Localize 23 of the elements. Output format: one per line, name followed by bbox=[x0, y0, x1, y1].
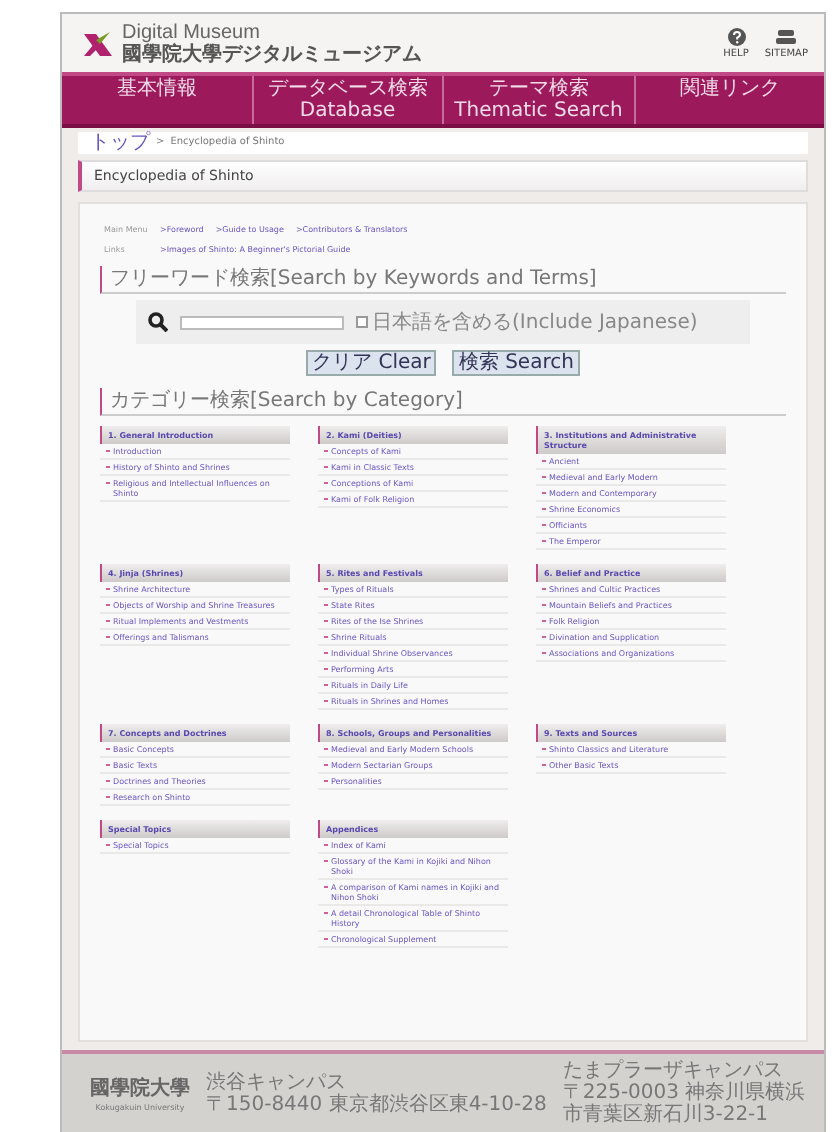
section-heading: カテゴリー検索[Search by Category] bbox=[100, 388, 786, 416]
search-field[interactable] bbox=[180, 315, 344, 329]
nav-link[interactable]: 関連リンク bbox=[633, 76, 824, 124]
campus-address: 〒150-8440 東京都渋谷区東4-10-28 bbox=[206, 1093, 547, 1115]
nav-link[interactable]: データベース検索 Database bbox=[251, 76, 442, 124]
section-heading: フリーワード検索[Search by Keywords and Terms] bbox=[100, 266, 786, 294]
campus-address: 〒225-0003 神奈川県横浜市青葉区新石川3-22-1 bbox=[562, 1082, 808, 1126]
university-name: 國學院大學 bbox=[90, 1075, 190, 1102]
checkbox[interactable] bbox=[356, 316, 368, 328]
site-title[interactable]: Digital Museum bbox=[122, 22, 422, 44]
checkbox-label: 日本語を含める(Include Japanese) bbox=[372, 309, 698, 336]
stack-icon bbox=[776, 28, 797, 46]
clear-button[interactable]: クリア Clear bbox=[306, 350, 437, 376]
nav-link[interactable]: 基本情報 bbox=[62, 76, 251, 124]
campus-name: たまプラーザキャンパス bbox=[562, 1060, 783, 1082]
campus-name: 渋谷キャンパス bbox=[206, 1071, 348, 1093]
logo-icon[interactable] bbox=[82, 30, 114, 58]
site-subtitle: 國學院大學デジタルミュージアム bbox=[122, 44, 422, 66]
search-icon[interactable] bbox=[148, 312, 168, 332]
search-button[interactable]: 検索 Search bbox=[452, 350, 580, 376]
help-icon bbox=[727, 28, 745, 46]
nav-link[interactable]: テーマ検索 Thematic Search bbox=[442, 76, 633, 124]
breadcrumb-link[interactable]: トップ bbox=[90, 132, 150, 154]
